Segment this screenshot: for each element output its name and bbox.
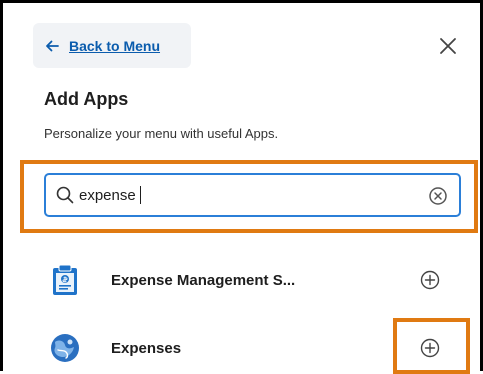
search-icon: [55, 185, 75, 205]
back-to-menu-label: Back to Menu: [69, 37, 161, 54]
close-icon: [440, 38, 456, 54]
add-button-highlight-box: [393, 318, 470, 374]
close-button[interactable]: [433, 31, 463, 61]
app-label: Expenses: [111, 339, 182, 357]
text-cursor: [140, 186, 141, 204]
clear-search-icon[interactable]: [428, 186, 448, 206]
expense-management-icon: [49, 264, 81, 296]
panel-subtitle: Personalize your menu with useful Apps.: [44, 126, 279, 141]
app-label: Expense Management S...: [111, 271, 296, 289]
panel-title: Add Apps: [44, 89, 129, 109]
expenses-icon: [49, 332, 81, 364]
add-icon[interactable]: [420, 270, 440, 290]
list-item[interactable]: Expense Management S...: [44, 258, 464, 302]
arrow-left-icon: [45, 39, 59, 53]
search-field[interactable]: [44, 173, 461, 217]
back-to-menu-button[interactable]: Back to Menu: [33, 23, 191, 68]
search-input[interactable]: [79, 186, 141, 204]
